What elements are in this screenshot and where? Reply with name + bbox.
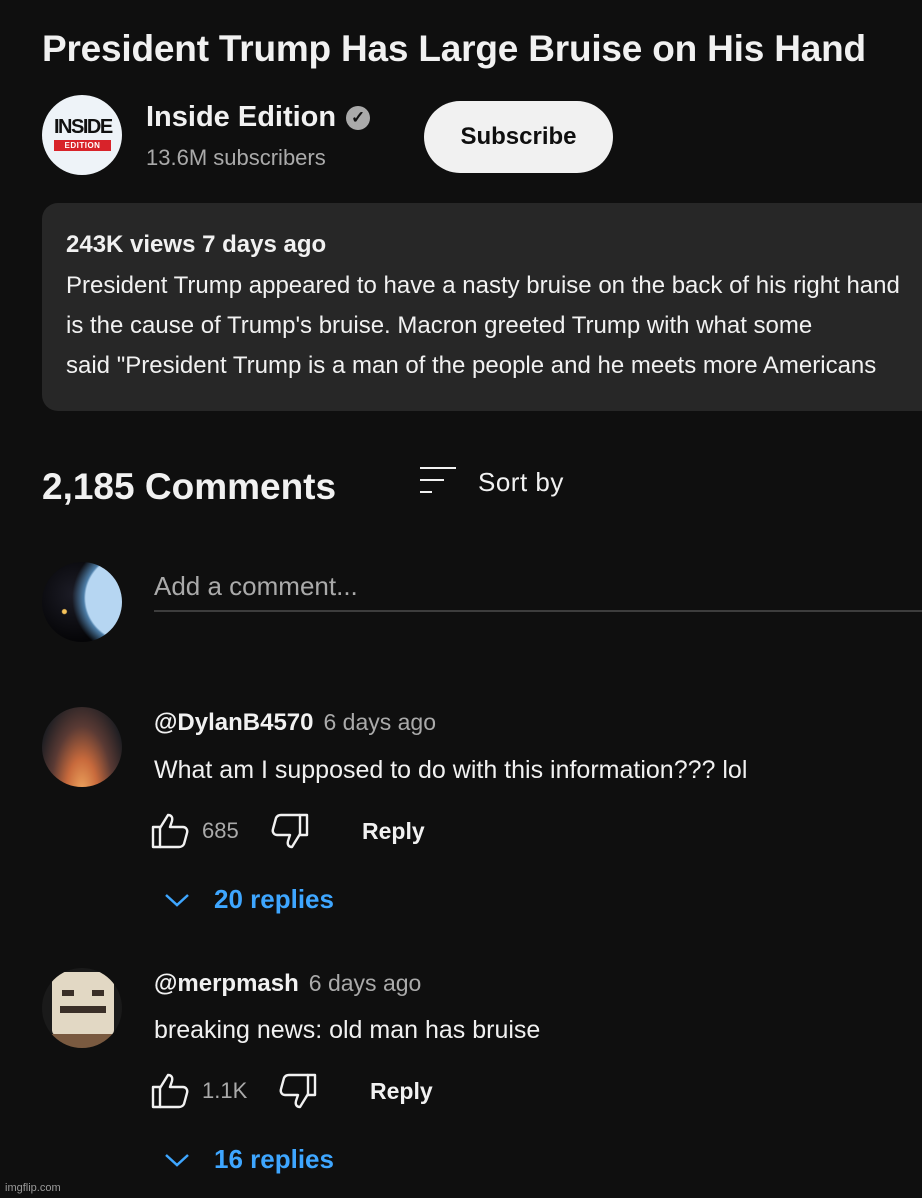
chevron-down-icon (165, 1153, 189, 1167)
avatar-eye (92, 990, 104, 996)
avatar-base (42, 1034, 122, 1048)
dislike-icon[interactable] (278, 1071, 318, 1111)
channel-name[interactable]: Inside Edition (146, 101, 336, 134)
replies-count: 16 replies (214, 1144, 334, 1174)
reply-button[interactable]: Reply (370, 1078, 433, 1105)
subscribe-button[interactable]: Subscribe (424, 101, 613, 173)
comment-text: What am I supposed to do with this infor… (154, 756, 748, 784)
commenter-avatar[interactable] (42, 968, 122, 1048)
video-title: President Trump Has Large Bruise on His … (42, 28, 866, 69)
sort-by-button[interactable]: Sort by (478, 467, 564, 498)
like-icon[interactable] (150, 1071, 190, 1111)
view-count-and-date: 243K views 7 days ago (66, 231, 327, 258)
description-line: President Trump appeared to have a nasty… (66, 272, 900, 299)
comment-time[interactable]: 6 days ago (323, 709, 436, 736)
channel-name-row[interactable]: Inside Edition ✓ (146, 101, 371, 134)
avatar-face (52, 972, 114, 1036)
add-comment-input[interactable] (154, 562, 922, 612)
like-count: 685 (202, 818, 239, 843)
commenter-avatar[interactable] (42, 707, 122, 787)
comment-time[interactable]: 6 days ago (309, 970, 422, 997)
channel-avatar[interactable]: INSIDE EDITION (42, 95, 122, 175)
comment-header: @merpmash 6 days ago (154, 970, 421, 998)
avatar-mouth (60, 1006, 106, 1013)
sort-icon[interactable] (420, 467, 458, 497)
user-avatar (42, 562, 122, 642)
description-line: is the cause of Trump's bruise. Macron g… (66, 312, 813, 339)
subscriber-count: 13.6M subscribers (146, 145, 326, 170)
dislike-icon[interactable] (270, 811, 310, 851)
like-icon[interactable] (150, 811, 190, 851)
view-replies-button[interactable]: 20 replies (164, 884, 334, 915)
channel-logo-text: INSIDE (54, 116, 113, 138)
like-count: 1.1K (202, 1078, 248, 1103)
comment-text: breaking news: old man has bruise (154, 1016, 541, 1044)
comment-header: @DylanB4570 6 days ago (154, 709, 436, 737)
description-line: said "President Trump is a man of the pe… (66, 352, 877, 379)
channel-logo-subtext: EDITION (54, 140, 111, 151)
view-replies-button[interactable]: 16 replies (164, 1144, 334, 1175)
description-box[interactable]: 243K views 7 days ago President Trump ap… (42, 203, 922, 411)
reply-button[interactable]: Reply (362, 818, 425, 845)
comment-author[interactable]: @DylanB4570 (154, 709, 313, 737)
verified-icon: ✓ (346, 105, 371, 130)
replies-count: 20 replies (214, 884, 334, 914)
chevron-down-icon (165, 893, 189, 907)
comment-count: 2,185 Comments (42, 466, 337, 507)
avatar-eye (62, 990, 74, 996)
watermark: imgflip.com (5, 1182, 61, 1194)
comment-author[interactable]: @merpmash (154, 970, 299, 998)
